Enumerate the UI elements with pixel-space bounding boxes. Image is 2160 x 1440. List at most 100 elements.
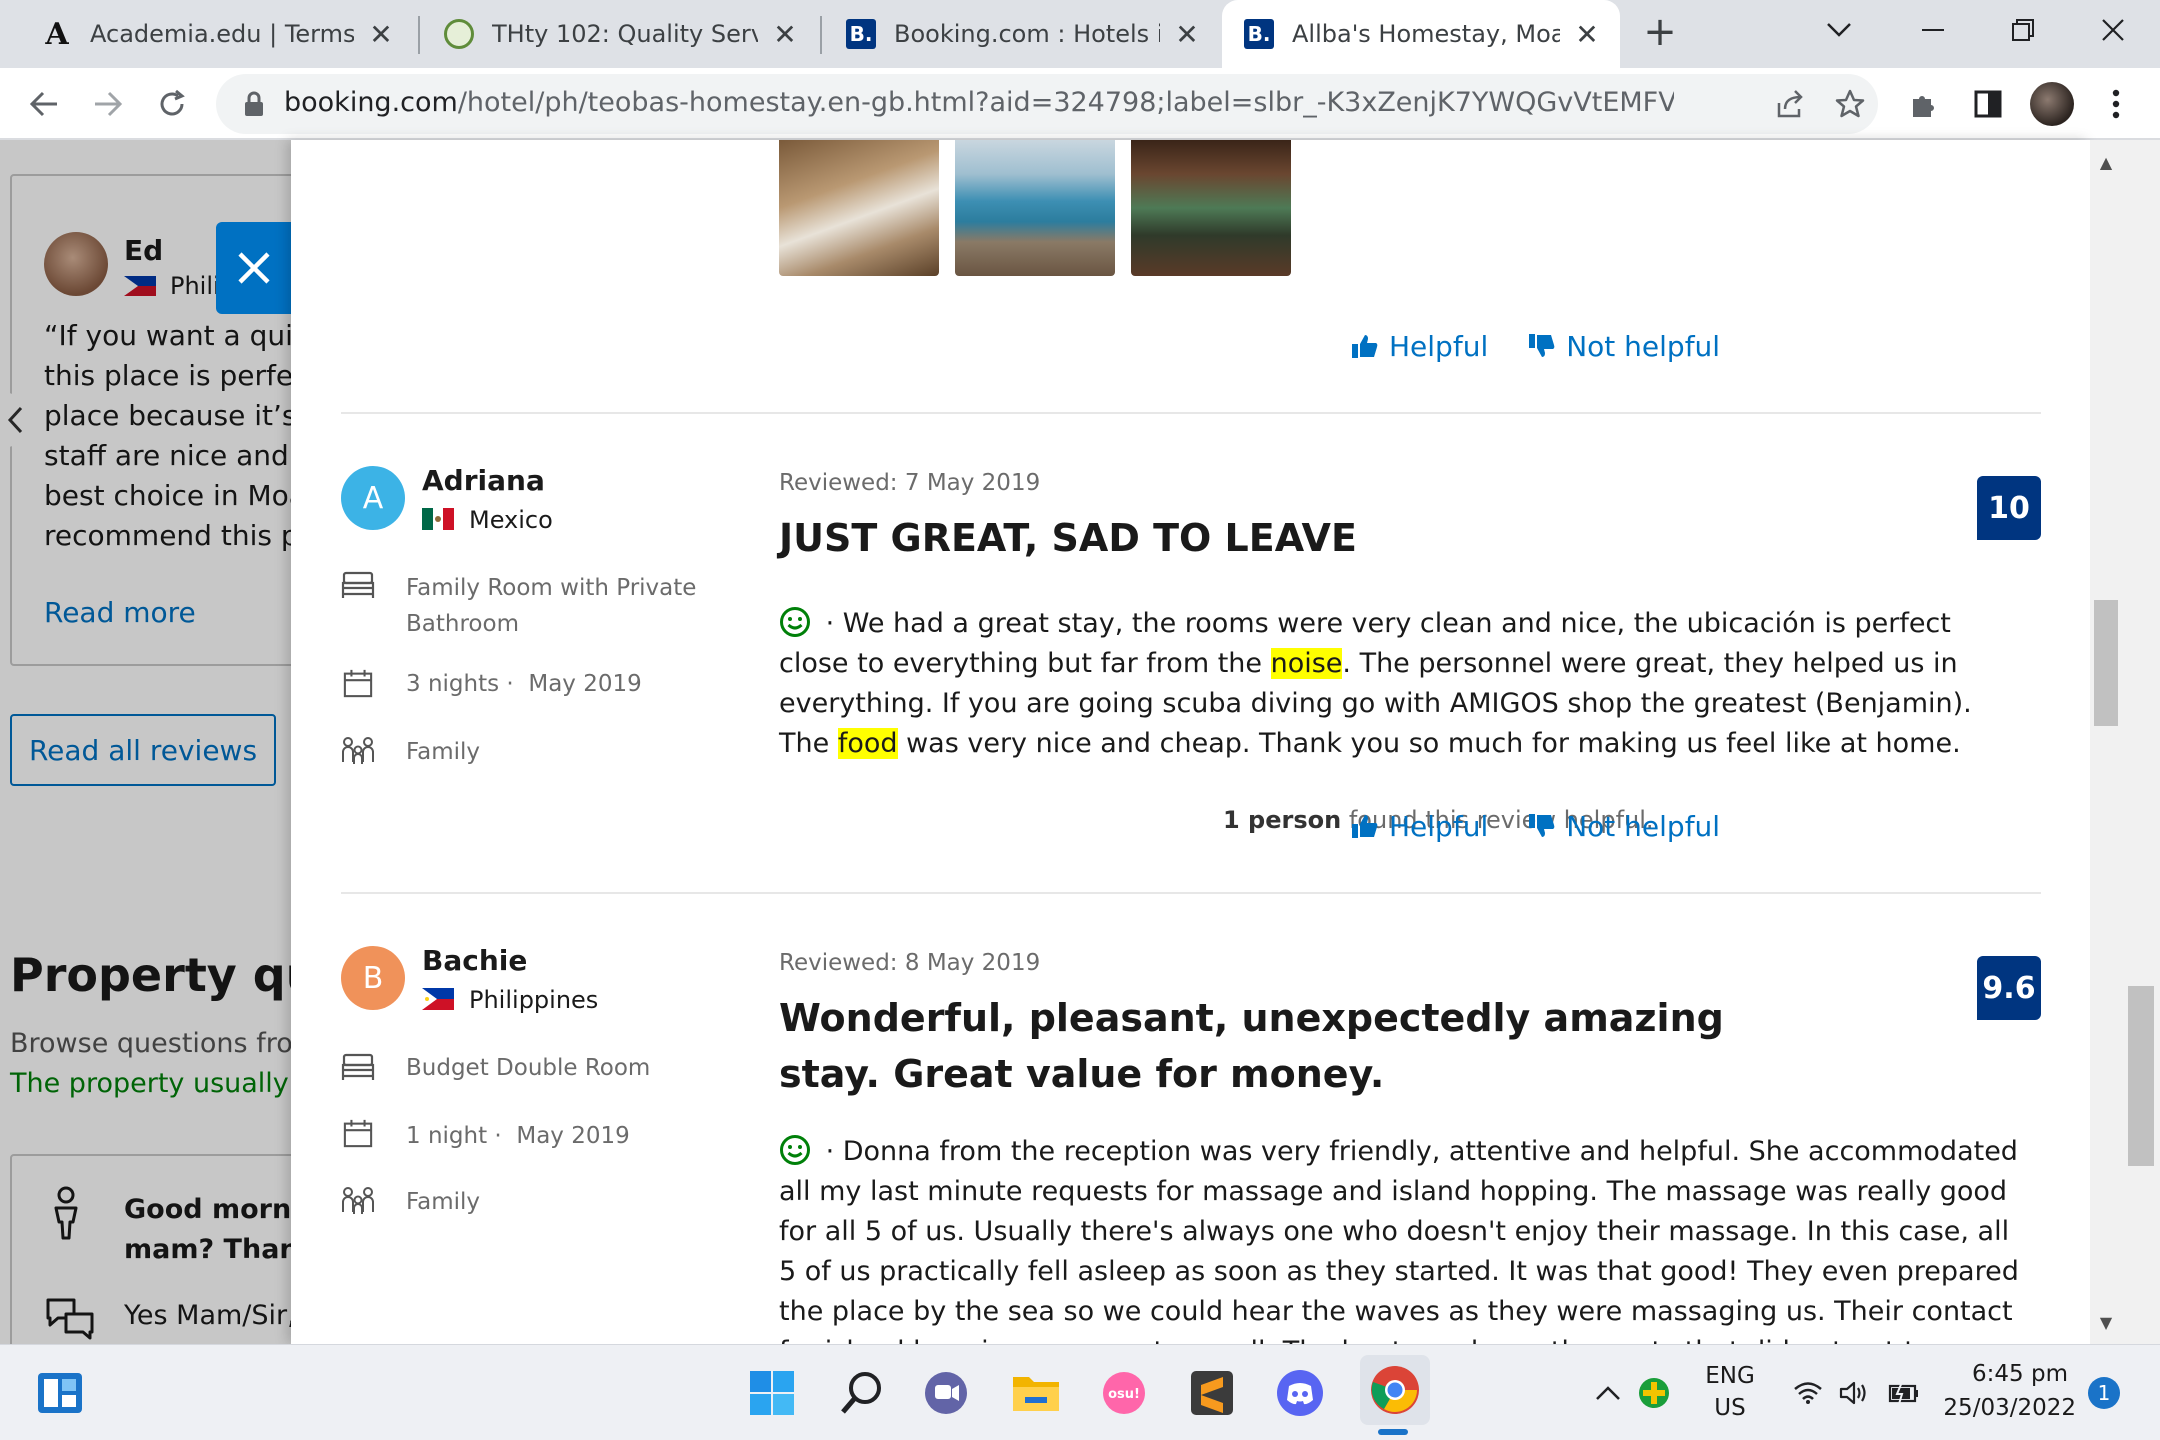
windows-taskbar: osu! ENG US 6:45 pm 25/03/2022 1 xyxy=(0,1344,2160,1440)
booking-icon: B. xyxy=(1244,19,1274,49)
reviewer-country: Philippines xyxy=(469,986,599,1014)
chrome-icon[interactable] xyxy=(1360,1355,1430,1425)
family-group-icon xyxy=(342,737,374,764)
highlighted-keyword: noise xyxy=(1270,648,1343,679)
windows-start-icon[interactable] xyxy=(744,1365,800,1421)
keyboard-layout[interactable]: US xyxy=(1698,1395,1762,1421)
not-helpful-label: Not helpful xyxy=(1566,809,1721,843)
new-tab-plus-icon[interactable]: + xyxy=(1640,12,1680,54)
tab-title: THty 102: Quality Service xyxy=(492,20,758,48)
scroll-up-arrow-icon[interactable]: ▲ xyxy=(2090,150,2122,174)
wifi-icon[interactable] xyxy=(1784,1365,1832,1421)
search-icon[interactable] xyxy=(834,1365,890,1421)
thumbs-up-icon xyxy=(1352,815,1378,838)
helpful-label: Helpful xyxy=(1389,329,1489,363)
modal-scrollbar[interactable]: ▲ ▼ xyxy=(2090,140,2122,1344)
room-type: Budget Double Room xyxy=(406,1055,651,1081)
close-icon[interactable]: ✕ xyxy=(1172,18,1202,51)
helpful-button[interactable]: Helpful xyxy=(1351,810,1488,843)
menu-kebab-icon[interactable] xyxy=(2088,76,2144,132)
thumbs-down-icon xyxy=(1529,334,1555,357)
chevron-up-icon[interactable] xyxy=(1588,1365,1628,1421)
review-text: · Donna from the reception was very frie… xyxy=(779,1136,2019,1344)
not-helpful-button[interactable]: Not helpful xyxy=(1528,330,1720,363)
sublime-text-icon[interactable] xyxy=(1184,1365,1240,1421)
review-photo-sea[interactable] xyxy=(955,140,1115,276)
tab-separator xyxy=(418,16,420,54)
review-body: · We had a great stay, the rooms were ve… xyxy=(779,604,2019,764)
battery-charging-icon[interactable] xyxy=(1880,1365,1928,1421)
forward-arrow-icon[interactable] xyxy=(80,76,136,132)
reload-icon[interactable] xyxy=(144,76,200,132)
url-path: /hotel/ph/teobas-homestay.en-gb.html?aid… xyxy=(457,87,1674,118)
close-icon[interactable]: ✕ xyxy=(366,18,396,51)
nights: 1 night · xyxy=(406,1123,502,1149)
close-modal-button[interactable] xyxy=(216,222,292,314)
bed-icon xyxy=(341,571,375,598)
review-photo-room[interactable] xyxy=(779,140,939,276)
helpful-label: Helpful xyxy=(1389,809,1489,843)
review-text: was very nice and cheap. Thank you so mu… xyxy=(897,728,1961,759)
room-type: Family Room with Private Bathroom xyxy=(406,575,697,637)
divider xyxy=(341,892,2041,894)
thumbs-up-icon xyxy=(1352,335,1378,358)
page-scrollbar[interactable] xyxy=(2122,140,2160,1344)
review-date: Reviewed: 7 May 2019 xyxy=(779,470,1041,496)
url-host: booking.com xyxy=(284,87,458,118)
teams-chat-icon[interactable] xyxy=(918,1365,974,1421)
back-arrow-icon[interactable] xyxy=(16,76,72,132)
scroll-thumb[interactable] xyxy=(2094,600,2118,726)
lock-icon[interactable] xyxy=(238,88,270,120)
scroll-down-arrow-icon[interactable]: ▼ xyxy=(2090,1310,2122,1334)
svg-text:osu!: osu! xyxy=(1108,1387,1140,1402)
tab-thty[interactable]: THty 102: Quality Service ✕ xyxy=(422,0,818,68)
file-explorer-icon[interactable] xyxy=(1008,1365,1064,1421)
tab-booking-hotels[interactable]: B. Booking.com : Hotels in C ✕ xyxy=(824,0,1220,68)
clock-time[interactable]: 6:45 pm xyxy=(1944,1361,2068,1387)
reviewer-avatar: A xyxy=(341,466,405,530)
osu-icon[interactable]: osu! xyxy=(1096,1365,1152,1421)
side-panel-icon[interactable] xyxy=(1960,76,2016,132)
widgets-icon[interactable] xyxy=(32,1365,88,1421)
scroll-thumb[interactable] xyxy=(2128,986,2154,1166)
notification-badge[interactable]: 1 xyxy=(2088,1377,2120,1409)
not-helpful-button[interactable]: Not helpful xyxy=(1528,810,1720,843)
restore-icon[interactable] xyxy=(1978,0,2068,60)
extensions-puzzle-icon[interactable] xyxy=(1896,76,1952,132)
language-indicator[interactable]: ENG xyxy=(1698,1363,1762,1389)
tab-title: Booking.com : Hotels in C xyxy=(894,20,1160,48)
minimize-icon[interactable] xyxy=(1888,0,1978,60)
highlighted-keyword: food xyxy=(837,728,898,759)
browser-toolbar: booking.com/hotel/ph/teobas-homestay.en-… xyxy=(0,68,2160,140)
booking-icon: B. xyxy=(846,19,876,49)
tab-search-chevron-icon[interactable] xyxy=(1794,0,1884,60)
review-title: JUST GREAT, SAD TO LEAVE xyxy=(779,516,1357,560)
volume-icon[interactable] xyxy=(1830,1365,1878,1421)
tab-allbas-homestay[interactable]: B. Allba's Homestay, Moalbo ✕ xyxy=(1222,0,1620,68)
review-score: 10 xyxy=(1977,476,2041,540)
discord-icon[interactable] xyxy=(1272,1365,1328,1421)
review-photo-terrace[interactable] xyxy=(1131,140,1291,276)
bookmark-star-icon[interactable] xyxy=(1830,84,1870,124)
close-icon[interactable]: ✕ xyxy=(770,18,800,51)
helpful-button[interactable]: Helpful xyxy=(1351,330,1488,363)
review-body: · Donna from the reception was very frie… xyxy=(779,1132,2019,1344)
close-icon[interactable]: ✕ xyxy=(1572,18,1602,51)
seal-icon xyxy=(444,19,474,49)
reviewer-avatar: B xyxy=(341,946,405,1010)
share-icon[interactable] xyxy=(1770,84,1810,124)
traveller-type: Family xyxy=(406,739,481,765)
profile-avatar[interactable] xyxy=(2024,76,2080,132)
philippines-flag-icon xyxy=(422,988,454,1010)
close-icon xyxy=(238,252,270,284)
clock-date[interactable]: 25/03/2022 xyxy=(1940,1395,2076,1421)
bed-icon xyxy=(341,1053,375,1080)
review-score: 9.6 xyxy=(1977,956,2041,1020)
previous-review-helpful-row: Helpful Not helpful xyxy=(1311,326,1720,366)
window-close-icon[interactable] xyxy=(2068,0,2158,60)
tab-separator xyxy=(820,16,822,54)
security-shield-icon[interactable] xyxy=(1634,1365,1674,1421)
tab-academia[interactable]: A Academia.edu | Terms ✕ xyxy=(20,0,414,68)
url-text[interactable]: booking.com/hotel/ph/teobas-homestay.en-… xyxy=(284,87,1674,118)
address-bar[interactable]: booking.com/hotel/ph/teobas-homestay.en-… xyxy=(216,74,1878,134)
